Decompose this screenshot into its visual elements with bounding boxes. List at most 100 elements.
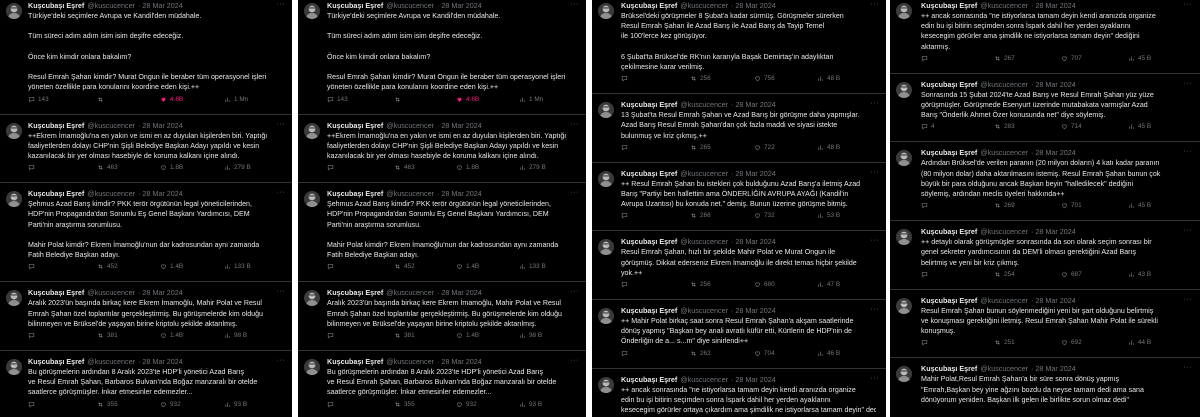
like-button[interactable]: 680 [754,281,775,288]
more-dots-icon[interactable]: ··· [871,237,880,244]
tweet-date[interactable]: · 28 Mar 2024 [138,189,183,198]
retweet-button[interactable] [394,96,404,103]
like-button[interactable]: 687 [1061,271,1082,278]
like-button[interactable]: 1.8B [456,164,479,171]
avatar[interactable] [598,376,614,393]
author-name[interactable]: Kuşcubaşı Eşref [921,364,977,373]
like-button[interactable]: 722 [754,144,775,151]
author-handle[interactable]: @kuscucencer [386,1,434,10]
author-handle[interactable]: @kuscucencer [87,121,135,130]
more-dots-icon[interactable]: ··· [571,357,580,364]
author-handle[interactable]: @kuscucencer [87,357,135,366]
views-button[interactable]: 53 B [817,212,840,219]
avatar[interactable] [598,3,614,19]
more-dots-icon[interactable]: ··· [277,1,286,8]
views-button[interactable]: 279 B [224,164,251,171]
author-name[interactable]: Kuşcubaşı Eşref [327,189,383,198]
author-handle[interactable]: @kuscucencer [980,364,1028,373]
like-button[interactable]: 692 [1061,339,1082,346]
author-name[interactable]: Kuşcubaşı Eşref [921,1,977,10]
views-button[interactable]: 43 B [1128,271,1151,278]
avatar[interactable] [598,170,614,187]
retweet-button[interactable]: 381 [394,332,415,339]
more-dots-icon[interactable]: ··· [277,288,286,295]
author-name[interactable]: Kuşcubaşı Eşref [921,227,977,236]
author-name[interactable]: Kuşcubaşı Eşref [327,357,383,366]
more-dots-icon[interactable]: ··· [571,189,580,196]
author-handle[interactable]: @kuscucencer [386,121,434,130]
retweet-button[interactable]: 381 [97,332,118,339]
author-name[interactable]: Kuşcubaşı Eşref [621,1,677,10]
reply-button[interactable] [921,339,931,346]
views-button[interactable]: 1 Mn [519,96,543,103]
views-button[interactable]: 46 B [817,350,840,357]
more-dots-icon[interactable]: ··· [1184,1,1193,8]
tweet-date[interactable]: · 28 Mar 2024 [437,288,482,297]
more-dots-icon[interactable]: ··· [1184,227,1193,234]
more-dots-icon[interactable]: ··· [571,1,580,8]
author-handle[interactable]: @kuscucencer [680,169,728,178]
tweet-date[interactable]: · 28 Mar 2024 [1031,80,1076,89]
author-name[interactable]: Kuşcubaşı Eşref [621,306,677,315]
views-button[interactable]: 44 B [1128,339,1151,346]
retweet-button[interactable]: 267 [994,55,1015,62]
views-button[interactable]: 93 B [519,401,542,408]
more-dots-icon[interactable]: ··· [871,169,880,176]
reply-button[interactable] [621,75,631,82]
more-dots-icon[interactable]: ··· [871,375,880,382]
tweet-date[interactable]: · 28 Mar 2024 [437,357,482,366]
reply-button[interactable] [28,164,38,171]
like-button[interactable]: 756 [754,75,775,82]
like-button[interactable]: 1.4B [160,332,183,339]
avatar[interactable] [896,81,912,98]
author-name[interactable]: Kuşcubaşı Eşref [28,357,84,366]
author-name[interactable]: Kuşcubaşı Eşref [327,121,383,130]
more-dots-icon[interactable]: ··· [1184,148,1193,155]
author-name[interactable]: Kuşcubaşı Eşref [621,375,677,384]
retweet-button[interactable]: 452 [394,263,415,270]
avatar[interactable] [6,359,22,375]
views-button[interactable]: 93 B [224,401,247,408]
views-button[interactable]: 1 Mn [224,96,248,103]
avatar[interactable] [6,191,22,208]
avatar[interactable] [896,229,912,246]
like-button[interactable]: 732 [754,212,775,219]
avatar[interactable] [304,290,320,307]
author-name[interactable]: Kuşcubaşı Eşref [921,296,977,305]
retweet-button[interactable]: 452 [97,263,118,270]
views-button[interactable]: 133 B [224,263,251,270]
retweet-button[interactable]: 262 [690,350,711,357]
tweet-date[interactable]: · 28 Mar 2024 [731,237,776,246]
reply-button[interactable] [921,202,931,209]
reply-button[interactable] [28,401,38,408]
tweet-date[interactable]: · 28 Mar 2024 [138,1,183,10]
author-handle[interactable]: @kuscucencer [386,189,434,198]
author-handle[interactable]: @kuscucencer [680,1,728,10]
reply-button[interactable] [327,401,337,408]
avatar[interactable] [6,122,22,139]
reply-button[interactable] [327,332,337,339]
more-dots-icon[interactable]: ··· [1184,296,1193,303]
reply-button[interactable] [621,350,631,357]
retweet-button[interactable]: 463 [394,164,415,171]
retweet-button[interactable]: 355 [394,401,415,408]
avatar[interactable] [304,359,320,375]
like-button[interactable]: 932 [160,401,181,408]
views-button[interactable]: 98 B [519,332,542,339]
author-name[interactable]: Kuşcubaşı Eşref [621,237,677,246]
views-button[interactable]: 45 B [1128,55,1151,62]
author-handle[interactable]: @kuscucencer [980,227,1028,236]
more-dots-icon[interactable]: ··· [277,121,286,128]
tweet-date[interactable]: · 28 Mar 2024 [731,306,776,315]
like-button[interactable]: 714 [1061,123,1082,130]
tweet-date[interactable]: · 28 Mar 2024 [1031,227,1076,236]
author-name[interactable]: Kuşcubaşı Eşref [621,169,677,178]
avatar[interactable] [304,3,320,19]
tweet-date[interactable]: · 28 Mar 2024 [437,1,482,10]
author-handle[interactable]: @kuscucencer [87,189,135,198]
tweet-date[interactable]: · 28 Mar 2024 [731,100,776,109]
reply-button[interactable] [621,212,631,219]
like-button[interactable]: 4.6B [456,96,479,103]
more-dots-icon[interactable]: ··· [871,306,880,313]
author-handle[interactable]: @kuscucencer [980,1,1028,10]
